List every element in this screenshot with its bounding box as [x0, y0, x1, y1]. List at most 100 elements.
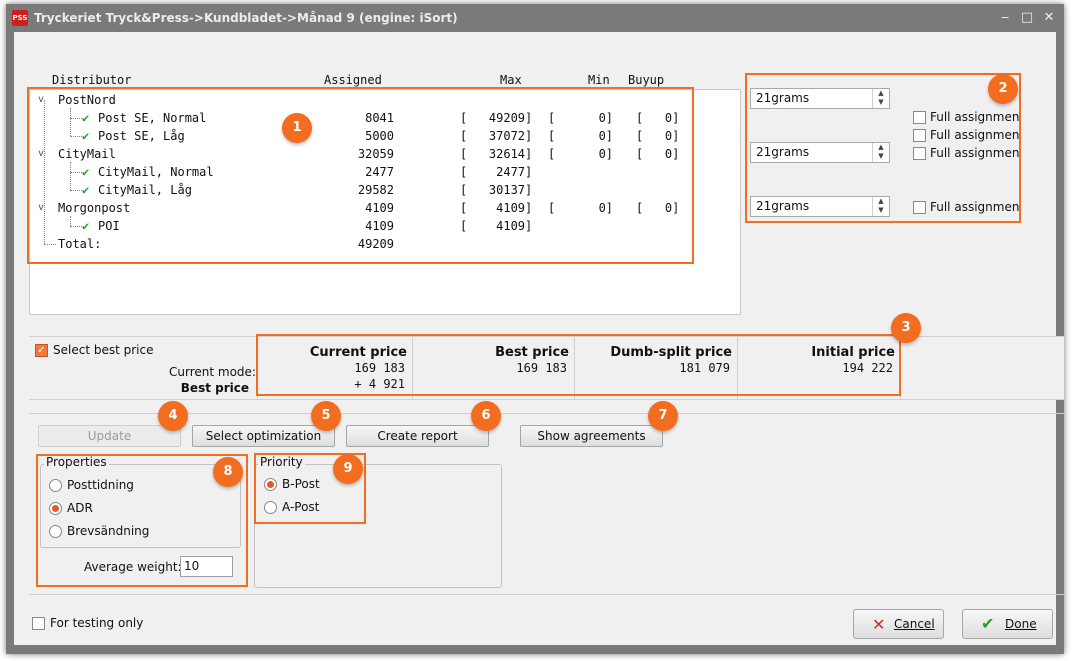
check-icon: ✔	[82, 165, 90, 179]
full-assign-checkbox-2[interactable]	[913, 129, 926, 142]
distributor-combo-2[interactable]: 21grams ▲ ▼	[750, 142, 890, 163]
combo-value: 21grams	[756, 199, 810, 213]
check-icon: ✔	[82, 219, 90, 233]
for-testing-label: For testing only	[50, 616, 144, 630]
spin-arrows-icon[interactable]: ▲ ▼	[872, 89, 889, 108]
dialog-window: PSS Tryckeriet Tryck&Press->Kundbladet->…	[6, 4, 1064, 654]
title-bar[interactable]: PSS Tryckeriet Tryck&Press->Kundbladet->…	[6, 4, 1064, 32]
cancel-button[interactable]: ✕ Cancel	[853, 609, 944, 639]
current-price-extra: + 4 921	[354, 377, 405, 391]
min-value: [ 0]	[548, 201, 614, 215]
current-price-column: Current price 169 183 + 4 921	[257, 337, 413, 399]
b-post-radio[interactable]	[264, 478, 277, 491]
expand-chevron-icon[interactable]: v	[38, 199, 44, 217]
full-assign-checkbox-4[interactable]	[913, 201, 926, 214]
cancel-label: Cancel	[894, 617, 935, 631]
callout-8: 8	[213, 457, 243, 487]
buyup-value: [ 0]	[636, 201, 680, 215]
posttidning-radio[interactable]	[49, 479, 62, 492]
brevsandning-radio[interactable]	[49, 525, 62, 538]
best-price-column: Best price 169 183	[412, 337, 575, 399]
close-icon[interactable]: ✕	[1040, 9, 1058, 27]
dumb-split-price-column: Dumb-split price 181 079	[574, 337, 738, 399]
combo-value: 21grams	[756, 145, 810, 159]
select-best-price-label: Select best price	[53, 343, 154, 357]
callout-3: 3	[891, 313, 921, 343]
current-price-title: Current price	[309, 345, 407, 360]
select-optimization-button[interactable]: Select optimization	[192, 425, 335, 447]
assigned-value: 32059	[357, 147, 394, 161]
initial-price-title: Initial price	[811, 345, 895, 360]
tree-row-citymail[interactable]: v CityMail 32059 [ 32614] [ 0] [ 0]	[30, 145, 730, 163]
distributor-name: PostNord	[58, 93, 116, 107]
distributor-name: CityMail, Normal	[98, 165, 214, 179]
show-agreements-button[interactable]: Show agreements	[520, 425, 663, 447]
check-icon: ✔	[82, 129, 90, 143]
tree-row-citymail-normal[interactable]: ✔ CityMail, Normal 2477 [ 2477]	[30, 163, 730, 181]
callout-9: 9	[333, 454, 363, 484]
cancel-x-icon: ✕	[872, 615, 886, 634]
adr-radio[interactable]	[49, 502, 62, 515]
distributor-combo-1[interactable]: 21grams ▲ ▼	[750, 88, 890, 109]
brevsandning-label: Brevsändning	[67, 524, 150, 538]
minimize-icon[interactable]: ‒	[996, 9, 1014, 27]
expand-chevron-icon[interactable]: v	[38, 91, 44, 109]
distributor-combo-3[interactable]: 21grams ▲ ▼	[750, 196, 890, 217]
bottom-separator	[29, 594, 1064, 595]
best-price-value: 169 183	[516, 361, 567, 375]
assigned-value: 8041	[365, 111, 394, 125]
initial-price-value: 194 222	[842, 361, 893, 375]
full-assign-checkbox-1[interactable]	[913, 111, 926, 124]
buyup-value: [ 0]	[636, 111, 680, 125]
average-weight-input[interactable]: 10	[180, 556, 233, 577]
properties-title: Properties	[44, 455, 109, 469]
callout-7: 7	[648, 401, 678, 431]
best-price-title: Best price	[495, 345, 569, 360]
header-max: Max	[500, 73, 522, 87]
distributor-name: Post SE, Normal	[98, 111, 207, 125]
done-button[interactable]: ✔ Done	[962, 609, 1053, 639]
spin-arrows-icon[interactable]: ▲ ▼	[872, 143, 889, 162]
max-value: [ 32614]	[460, 147, 533, 161]
expand-chevron-icon[interactable]: v	[38, 145, 44, 163]
max-value: [ 37072]	[460, 129, 533, 143]
assigned-value: 4109	[365, 201, 394, 215]
tree-row-citymail-lag[interactable]: ✔ CityMail, Låg 29582 [ 30137]	[30, 181, 730, 199]
tree-row-post-se-lag[interactable]: ✔ Post SE, Låg 5000 [ 37072] [ 0] [ 0]	[30, 127, 730, 145]
priority-title: Priority	[258, 455, 305, 469]
a-post-radio[interactable]	[264, 501, 277, 514]
tree-row-poi[interactable]: ✔ POI 4109 [ 4109]	[30, 217, 730, 235]
create-report-button[interactable]: Create report	[346, 425, 489, 447]
assigned-value: 4109	[365, 219, 394, 233]
full-assign-checkbox-3[interactable]	[913, 147, 926, 160]
distributor-tree[interactable]: v PostNord ✔ Post SE, Normal 8041 [ 4920…	[29, 89, 741, 315]
for-testing-checkbox[interactable]	[32, 617, 45, 630]
check-icon: ✔	[82, 183, 90, 197]
assigned-value: 5000	[365, 129, 394, 143]
max-value: [ 30137]	[460, 183, 533, 197]
spin-arrows-icon[interactable]: ▲ ▼	[872, 197, 889, 216]
min-value: [ 0]	[548, 129, 614, 143]
tree-row-post-se-normal[interactable]: ✔ Post SE, Normal 8041 [ 49209] [ 0] [ 0…	[30, 109, 730, 127]
callout-2: 2	[988, 74, 1018, 104]
maximize-icon[interactable]: □	[1018, 9, 1036, 27]
min-value: [ 0]	[548, 147, 614, 161]
select-best-price-checkbox[interactable]: ✓	[35, 344, 48, 357]
max-value: [ 2477]	[460, 165, 533, 179]
current-mode-label: Current mode:	[169, 365, 256, 379]
tree-row-postnord[interactable]: v PostNord	[30, 91, 730, 109]
callout-1: 1	[282, 113, 312, 143]
tree-row-morgonpost[interactable]: v Morgonpost 4109 [ 4109] [ 0] [ 0]	[30, 199, 730, 217]
total-label: Total:	[58, 237, 102, 251]
header-min: Min	[588, 73, 610, 87]
distributor-name: CityMail, Låg	[98, 183, 192, 197]
update-button[interactable]: Update	[38, 425, 181, 447]
done-label: Done	[1005, 617, 1037, 631]
combo-value: 21grams	[756, 91, 810, 105]
adr-label: ADR	[67, 501, 93, 515]
buyup-value: [ 0]	[636, 129, 680, 143]
header-distributor: Distributor	[52, 73, 132, 87]
full-assign-label: Full assignmen	[930, 200, 1020, 214]
max-value: [ 4109]	[460, 219, 533, 233]
posttidning-label: Posttidning	[67, 478, 134, 492]
